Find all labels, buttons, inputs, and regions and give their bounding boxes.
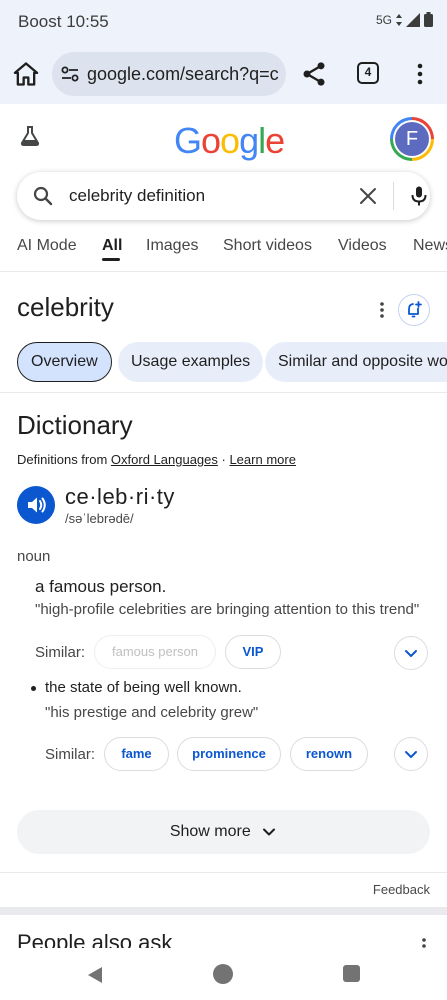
tab-switcher-button[interactable]: 4 bbox=[357, 62, 379, 84]
url-text[interactable]: google.com/search?q=c bbox=[87, 64, 279, 85]
entity-title: celebrity bbox=[17, 292, 114, 322]
similar-chip-vip[interactable]: VIP bbox=[225, 635, 281, 669]
back-icon[interactable] bbox=[84, 964, 106, 986]
clock: 10:55 bbox=[66, 12, 109, 31]
logo-letter: o bbox=[201, 120, 221, 161]
logo-letter: o bbox=[220, 120, 240, 161]
tab-short-videos[interactable]: Short videos bbox=[223, 237, 312, 255]
data-arrows-icon bbox=[396, 13, 402, 26]
expand-similar-1-button[interactable] bbox=[394, 636, 428, 670]
battery-icon bbox=[424, 12, 433, 27]
tab-images[interactable]: Images bbox=[146, 237, 198, 255]
chip-usage-examples[interactable]: Usage examples bbox=[118, 342, 264, 382]
microphone-icon[interactable] bbox=[407, 184, 431, 208]
definition-1: a famous person. bbox=[35, 577, 167, 596]
definition-2: the state of being well known. bbox=[45, 679, 242, 696]
avatar-ring: F bbox=[393, 120, 431, 158]
google-header: Google F bbox=[0, 104, 447, 166]
home-icon[interactable] bbox=[12, 60, 40, 88]
google-logo: Google bbox=[174, 120, 285, 162]
logo-letter: G bbox=[174, 120, 202, 161]
phonetic-spelling: /səˈlebrədē/ bbox=[65, 511, 134, 526]
active-tab-indicator bbox=[102, 258, 120, 261]
carrier-name: Boost bbox=[18, 12, 62, 31]
similar-label-1: Similar: bbox=[35, 644, 86, 661]
status-carrier-time: Boost 10:55 bbox=[18, 12, 109, 32]
status-bar: Boost 10:55 5G bbox=[0, 0, 447, 44]
pronunciation-button[interactable] bbox=[17, 486, 55, 524]
show-more-button[interactable]: Show more bbox=[17, 810, 430, 854]
search-icon bbox=[33, 186, 53, 206]
system-nav-bar bbox=[0, 948, 447, 1000]
signal-icon bbox=[406, 12, 420, 27]
source-prefix: Definitions from bbox=[17, 452, 111, 467]
logo-letter: e bbox=[265, 120, 285, 161]
chevron-down-icon bbox=[405, 650, 417, 657]
recents-button[interactable] bbox=[343, 965, 360, 982]
part-of-speech: noun bbox=[17, 548, 51, 565]
topic-chips: Overview Usage examples Similar and oppo… bbox=[0, 342, 447, 382]
similar-chip-renown[interactable]: renown bbox=[290, 737, 368, 771]
tab-all[interactable]: All bbox=[102, 237, 122, 255]
more-options-icon[interactable] bbox=[372, 300, 392, 320]
site-settings-icon[interactable] bbox=[60, 64, 80, 84]
oxford-languages-link[interactable]: Oxford Languages bbox=[111, 452, 218, 467]
clear-icon[interactable] bbox=[356, 184, 380, 208]
network-type: 5G bbox=[375, 12, 392, 27]
status-indicators: 5G bbox=[376, 12, 433, 27]
avatar-initial: F bbox=[395, 122, 429, 156]
definition-bullet bbox=[31, 686, 36, 691]
bell-plus-icon bbox=[408, 301, 422, 318]
dictionary-heading: Dictionary bbox=[17, 410, 133, 440]
similar-chip-famous-person[interactable]: famous person bbox=[94, 635, 216, 669]
logo-letter: g bbox=[239, 120, 259, 161]
chevron-down-icon bbox=[405, 751, 417, 758]
chevron-down-icon bbox=[263, 828, 276, 836]
example-2: "his prestige and celebrity grew" bbox=[45, 704, 259, 721]
similar-chip-prominence[interactable]: prominence bbox=[177, 737, 281, 771]
dictionary-source: Definitions from Oxford Languages · Lear… bbox=[17, 452, 296, 467]
search-tabs: AI Mode All Images Short videos Videos N… bbox=[0, 230, 447, 272]
follow-alert-button[interactable] bbox=[398, 294, 430, 326]
browser-chrome: Boost 10:55 5G google.com/search?q=c 4 bbox=[0, 0, 447, 104]
search-divider bbox=[393, 182, 394, 210]
labs-flask-icon[interactable] bbox=[18, 124, 42, 148]
example-1: "high-profile celebrities are bringing a… bbox=[35, 601, 420, 618]
home-button[interactable] bbox=[213, 964, 233, 984]
tab-news[interactable]: News bbox=[413, 237, 447, 255]
share-icon[interactable] bbox=[300, 60, 328, 88]
tab-videos[interactable]: Videos bbox=[338, 237, 387, 255]
section-divider bbox=[0, 392, 447, 393]
search-box[interactable]: celebrity definition bbox=[17, 172, 430, 220]
more-menu-icon[interactable] bbox=[408, 60, 432, 88]
speaker-icon bbox=[28, 497, 46, 513]
chip-overview[interactable]: Overview bbox=[17, 342, 112, 382]
show-more-label: Show more bbox=[169, 823, 251, 840]
chip-similar-opposite[interactable]: Similar and opposite words bbox=[265, 342, 447, 382]
headword: ce·leb·ri·ty bbox=[65, 484, 175, 509]
learn-more-link[interactable]: Learn more bbox=[229, 452, 295, 467]
tab-ai-mode[interactable]: AI Mode bbox=[17, 237, 77, 255]
feedback-divider bbox=[0, 872, 447, 873]
feedback-link[interactable]: Feedback bbox=[373, 882, 430, 897]
expand-similar-2-button[interactable] bbox=[394, 737, 428, 771]
search-input[interactable]: celebrity definition bbox=[69, 186, 205, 206]
similar-chip-fame[interactable]: fame bbox=[104, 737, 169, 771]
source-separator: · bbox=[217, 452, 230, 467]
browser-toolbar: google.com/search?q=c 4 bbox=[0, 50, 447, 98]
account-avatar[interactable]: F bbox=[390, 117, 434, 161]
section-band bbox=[0, 907, 447, 915]
address-bar[interactable]: google.com/search?q=c bbox=[52, 52, 286, 96]
similar-label-2: Similar: bbox=[45, 746, 96, 763]
